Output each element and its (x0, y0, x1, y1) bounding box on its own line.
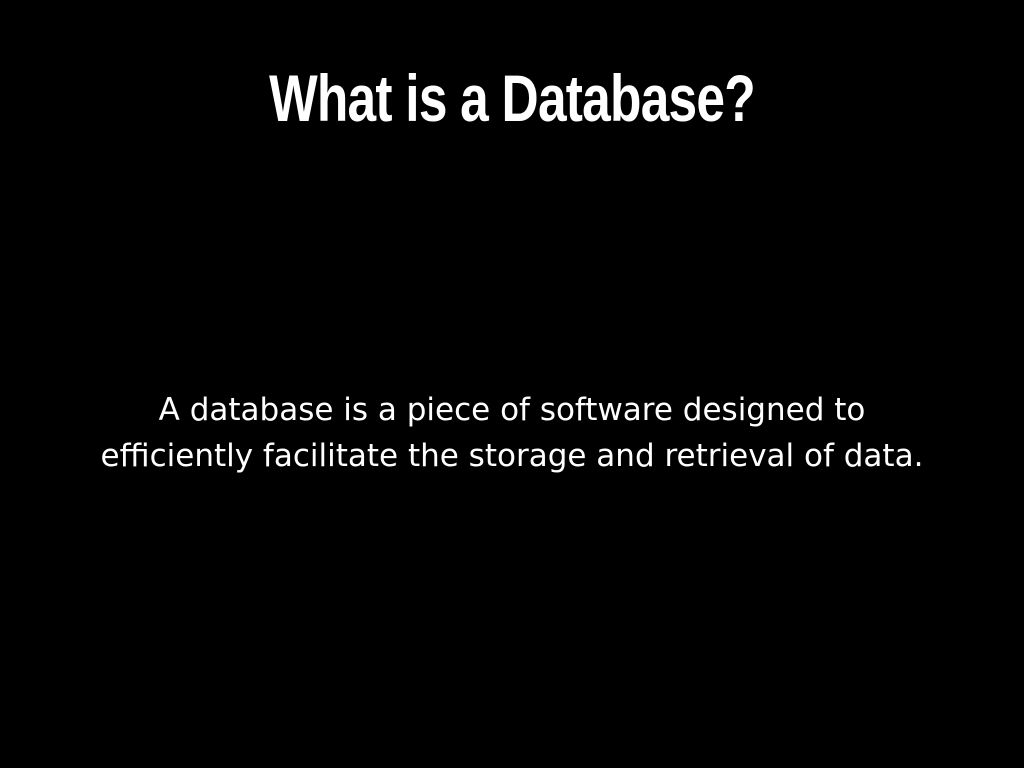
slide-title: What is a Database? (269, 61, 756, 135)
presentation-slide: What is a Database? A database is a piec… (0, 0, 1024, 768)
slide-body-text: A database is a piece of software design… (100, 392, 924, 474)
